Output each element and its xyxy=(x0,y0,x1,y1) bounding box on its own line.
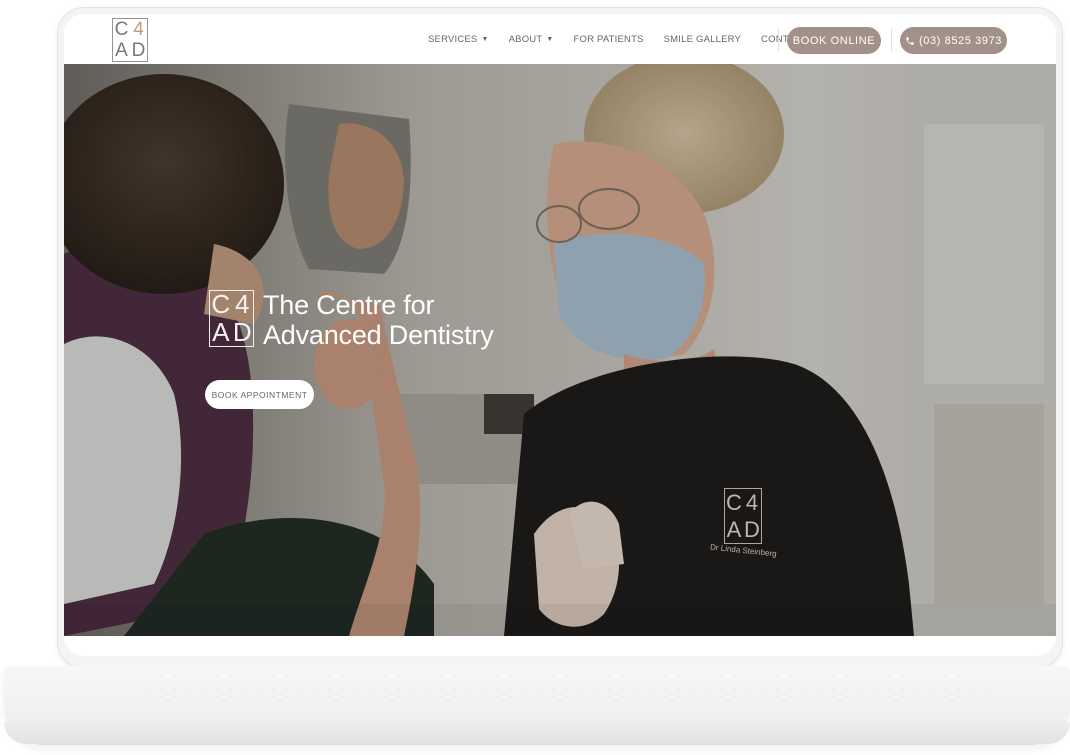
nav-item-services[interactable]: SERVICES ▼ xyxy=(428,34,489,45)
logo-letter-4: 4 xyxy=(745,490,759,515)
logo-letter-4: 4 xyxy=(133,19,144,40)
nav-item-label: SERVICES xyxy=(428,33,478,45)
nav-divider xyxy=(891,28,892,52)
logo-letter-d: D xyxy=(744,517,760,542)
phone-number: (03) 8525 3973 xyxy=(918,34,1002,47)
laptop-base-edge xyxy=(4,722,1070,744)
nav-item-label: SMILE GALLERY xyxy=(663,33,742,45)
hero-tint xyxy=(64,64,1056,636)
laptop-screen: C 4 A D SERVICES ▼ ABOUT ▼ FOR PATIENTS … xyxy=(64,14,1056,656)
hero-title-line1: The Centre for xyxy=(263,290,435,320)
logo-letter-c: C xyxy=(114,19,129,40)
hero-title-line2: Advanced Dentistry xyxy=(263,320,494,350)
logo-letter-c: C xyxy=(211,289,231,319)
hero-section: C 4 A D The Centre for Advanced Dentistr… xyxy=(64,64,1056,636)
book-appointment-button[interactable]: BOOK APPOINTMENT xyxy=(205,380,314,409)
logo-letter-a: A xyxy=(212,316,230,347)
logo-letter-4: 4 xyxy=(235,289,250,319)
nav-item-label: FOR PATIENTS xyxy=(573,33,644,45)
logo-letter-a: A xyxy=(726,517,742,542)
site-logo[interactable]: C 4 A D xyxy=(112,18,148,62)
nav-item-for-patients[interactable]: FOR PATIENTS xyxy=(574,34,644,45)
logo-letter-a: A xyxy=(115,40,128,61)
laptop-keyboard-grille xyxy=(140,672,1000,700)
main-nav: SERVICES ▼ ABOUT ▼ FOR PATIENTS SMILE GA… xyxy=(428,14,808,64)
chevron-down-icon: ▼ xyxy=(546,35,554,43)
nav-item-label: ABOUT xyxy=(508,33,543,45)
logo-letter-c: C xyxy=(726,490,742,515)
hero-logo: C 4 A D xyxy=(209,290,254,347)
scrub-embroidered-logo: C 4 A D xyxy=(724,488,762,544)
logo-letter-d: D xyxy=(131,40,146,61)
hero-title: The Centre for Advanced Dentistry xyxy=(263,290,494,350)
nav-divider xyxy=(778,28,779,52)
phone-icon xyxy=(906,36,914,45)
nav-item-smile-gallery[interactable]: SMILE GALLERY xyxy=(664,34,741,45)
logo-letter-d: D xyxy=(232,316,252,347)
chevron-down-icon: ▼ xyxy=(481,35,489,43)
book-online-button[interactable]: BOOK ONLINE xyxy=(787,27,881,54)
site-header: C 4 A D SERVICES ▼ ABOUT ▼ FOR PATIENTS … xyxy=(64,14,1056,64)
phone-button[interactable]: (03) 8525 3973 xyxy=(900,27,1007,54)
nav-item-about[interactable]: ABOUT ▼ xyxy=(509,34,554,45)
